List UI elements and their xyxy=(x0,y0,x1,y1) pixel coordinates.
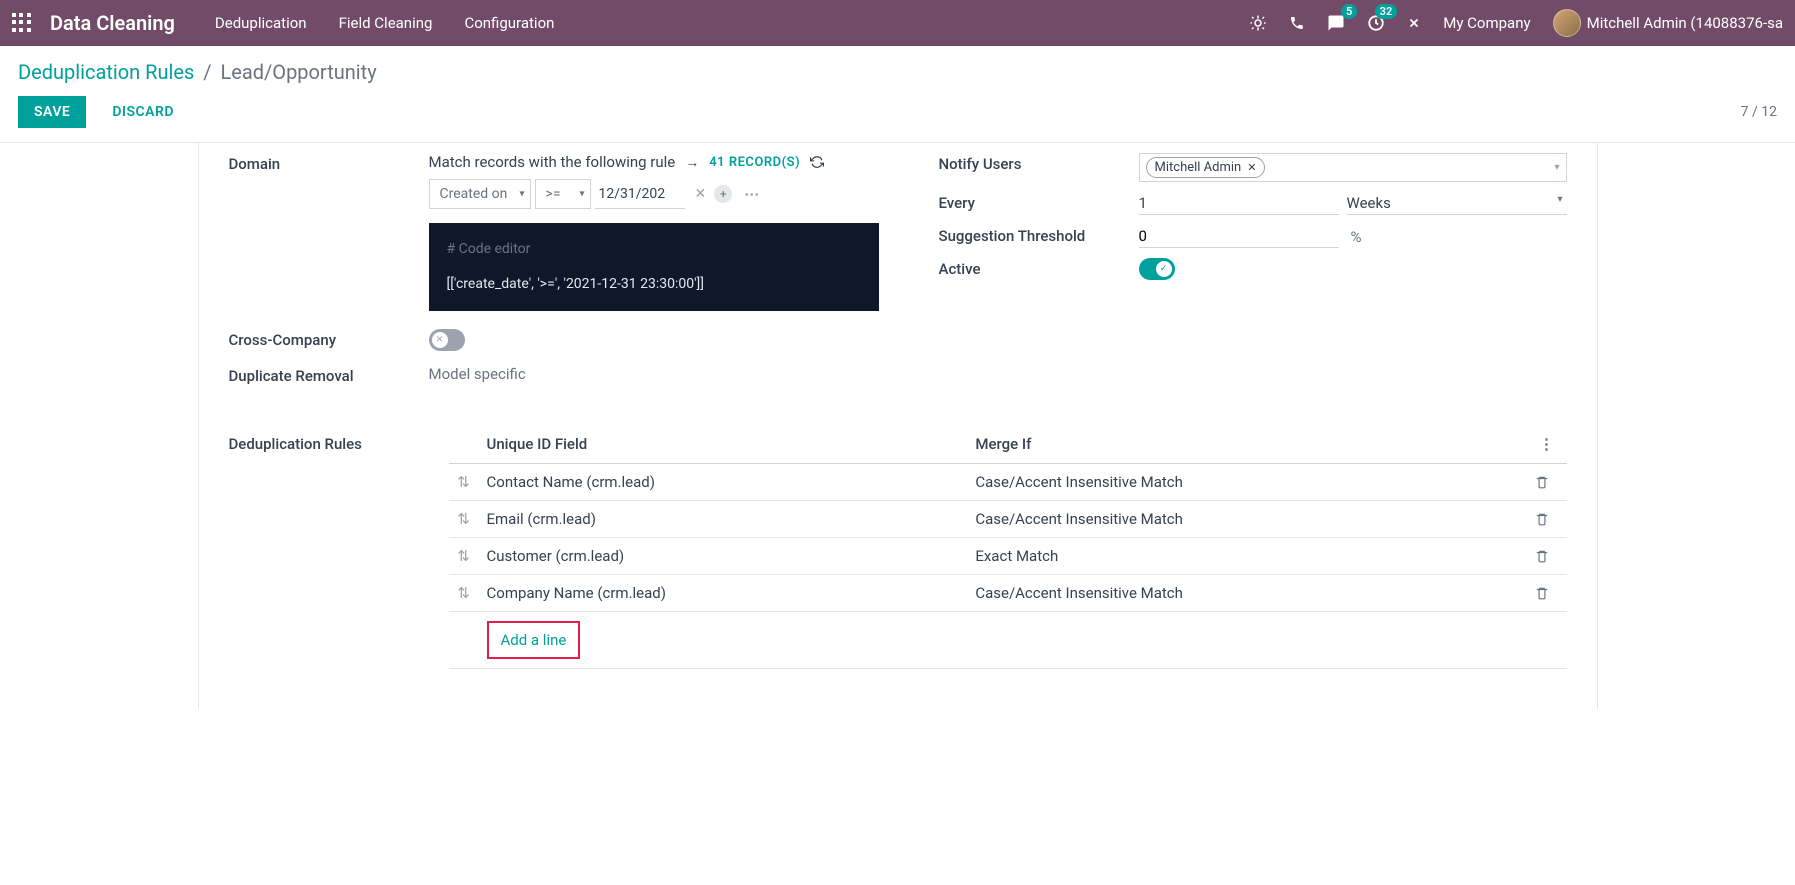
active-toggle[interactable]: ✓ xyxy=(1139,258,1175,280)
col-merge-if: Merge If xyxy=(967,425,1526,464)
tag-remove-icon[interactable]: ✕ xyxy=(1247,161,1256,174)
close-icon[interactable] xyxy=(1407,16,1421,30)
nav-field-cleaning[interactable]: Field Cleaning xyxy=(339,14,433,32)
activities-badge: 32 xyxy=(1375,4,1398,19)
code-editor[interactable]: # Code editor [['create_date', '>=', '20… xyxy=(429,223,879,311)
form-left: Domain Match records with the following … xyxy=(229,153,879,395)
breadcrumb-sep: / xyxy=(203,60,211,84)
table-row[interactable]: ⇅ Customer (crm.lead) Exact Match xyxy=(449,538,1567,575)
every-value-input[interactable] xyxy=(1139,192,1339,215)
form-sheet: Domain Match records with the following … xyxy=(198,143,1598,709)
nav-configuration[interactable]: Configuration xyxy=(464,14,554,32)
breadcrumb: Deduplication Rules / Lead/Opportunity xyxy=(18,60,1777,84)
trash-icon[interactable] xyxy=(1527,464,1567,501)
action-row: SAVE DISCARD 7 / 12 xyxy=(18,96,1777,128)
domain-label: Domain xyxy=(229,153,429,311)
form-right: Notify Users Mitchell Admin ✕ ▾ Every xyxy=(939,153,1567,395)
breadcrumb-current: Lead/Opportunity xyxy=(221,60,377,84)
filter-op-select[interactable]: >= xyxy=(535,179,591,209)
rules-table: Unique ID Field Merge If ⋮ ⇅ Contact Nam… xyxy=(449,425,1567,669)
nav-links: Deduplication Field Cleaning Configurati… xyxy=(215,14,555,32)
avatar xyxy=(1553,9,1581,37)
notify-users-field[interactable]: Mitchell Admin ✕ ▾ xyxy=(1139,153,1567,182)
col-unique-field: Unique ID Field xyxy=(479,425,968,464)
filter-add-icon[interactable]: + xyxy=(714,185,732,203)
activities-icon[interactable]: 32 xyxy=(1367,14,1385,32)
nav-right: 5 32 My Company Mitchell Admin (14088376… xyxy=(1249,9,1783,37)
rules-section-label: Deduplication Rules xyxy=(229,425,429,453)
table-row[interactable]: ⇅ Contact Name (crm.lead) Case/Accent In… xyxy=(449,464,1567,501)
messages-badge: 5 xyxy=(1341,4,1357,19)
app-brand: Data Cleaning xyxy=(50,11,175,35)
nav-deduplication[interactable]: Deduplication xyxy=(215,14,307,32)
user-menu[interactable]: Mitchell Admin (14088376-sa xyxy=(1553,9,1783,37)
trash-icon[interactable] xyxy=(1527,501,1567,538)
add-line-row: Add a line xyxy=(449,612,1567,669)
dup-removal-value: Model specific xyxy=(429,365,879,385)
filter-more-icon[interactable]: ⋯ xyxy=(744,185,761,203)
cross-company-label: Cross-Company xyxy=(229,329,429,355)
filter-value-input[interactable] xyxy=(595,180,685,209)
code-comment: # Code editor xyxy=(447,237,861,262)
save-button[interactable]: SAVE xyxy=(18,96,86,128)
pager[interactable]: 7 / 12 xyxy=(1741,104,1777,120)
add-line-link[interactable]: Add a line xyxy=(497,625,571,655)
bug-icon[interactable] xyxy=(1249,14,1267,32)
records-link[interactable]: 41 RECORD(S) xyxy=(709,155,800,170)
subheader: Deduplication Rules / Lead/Opportunity S… xyxy=(0,46,1795,134)
table-options-icon[interactable]: ⋮ xyxy=(1527,425,1567,464)
user-name: Mitchell Admin (14088376-sa xyxy=(1587,14,1783,32)
company-switcher[interactable]: My Company xyxy=(1443,14,1530,32)
add-line-highlight: Add a line xyxy=(487,621,581,659)
threshold-unit: % xyxy=(1351,228,1362,246)
messages-icon[interactable]: 5 xyxy=(1327,14,1345,32)
table-row[interactable]: ⇅ Email (crm.lead) Case/Accent Insensiti… xyxy=(449,501,1567,538)
table-row[interactable]: ⇅ Company Name (crm.lead) Case/Accent In… xyxy=(449,575,1567,612)
breadcrumb-parent[interactable]: Deduplication Rules xyxy=(18,60,194,84)
arrow-icon: → xyxy=(685,154,699,171)
filter-field-select[interactable]: Created on xyxy=(429,179,531,209)
filter-delete-icon[interactable]: ✕ xyxy=(695,186,707,202)
discard-button[interactable]: DISCARD xyxy=(96,96,190,128)
notify-tag: Mitchell Admin ✕ xyxy=(1146,157,1266,178)
trash-icon[interactable] xyxy=(1527,538,1567,575)
dup-removal-label: Duplicate Removal xyxy=(229,365,429,385)
code-body: [['create_date', '>=', '2021-12-31 23:30… xyxy=(447,272,861,297)
domain-intro: Match records with the following rule xyxy=(429,153,676,171)
every-label: Every xyxy=(939,192,1139,215)
drag-handle-icon[interactable]: ⇅ xyxy=(449,575,479,612)
notify-label: Notify Users xyxy=(939,153,1139,182)
drag-handle-icon[interactable]: ⇅ xyxy=(449,464,479,501)
trash-icon[interactable] xyxy=(1527,575,1567,612)
every-unit-select[interactable]: Weeks xyxy=(1347,192,1567,215)
refresh-icon[interactable] xyxy=(810,155,824,169)
threshold-label: Suggestion Threshold xyxy=(939,225,1139,248)
top-nav: Data Cleaning Deduplication Field Cleani… xyxy=(0,0,1795,46)
chevron-down-icon: ▾ xyxy=(1554,162,1559,173)
drag-handle-icon[interactable]: ⇅ xyxy=(449,538,479,575)
drag-handle-icon[interactable]: ⇅ xyxy=(449,501,479,538)
active-label: Active xyxy=(939,258,1139,284)
phone-icon[interactable] xyxy=(1289,15,1305,31)
cross-company-toggle[interactable]: ✕ xyxy=(429,329,465,351)
threshold-input[interactable] xyxy=(1139,225,1339,248)
apps-icon[interactable] xyxy=(12,13,32,33)
